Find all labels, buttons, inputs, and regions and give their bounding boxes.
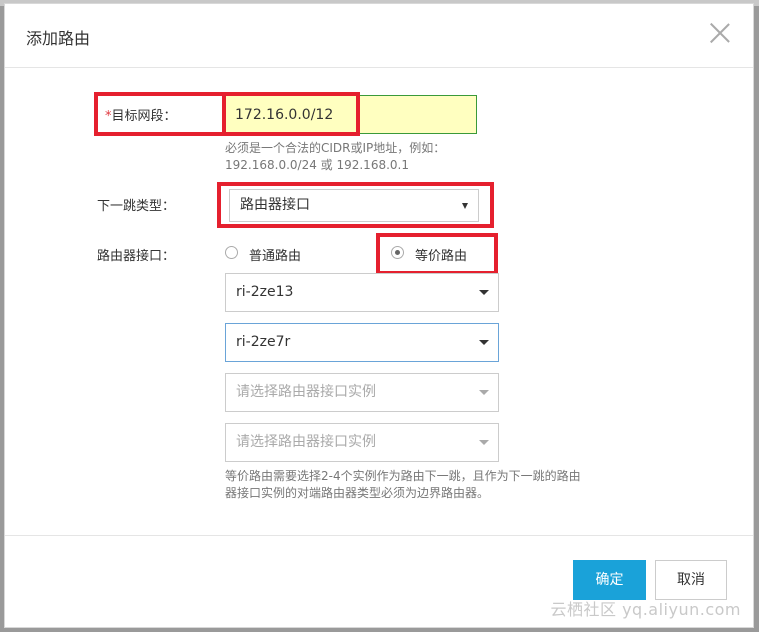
ecmp-note-line2: 器接口实例的对端路由器类型必须为边界路由器。 (225, 486, 490, 500)
select-4-placeholder: 请选择路由器接口实例 (236, 434, 376, 450)
radio-normal-route[interactable] (225, 246, 238, 259)
cancel-button[interactable]: 取消 (655, 560, 727, 600)
chevron-down-icon (479, 390, 489, 395)
dialog-title: 添加路由 (26, 29, 91, 48)
router-interface-label: 路由器接口： (97, 249, 176, 264)
router-interface-select-1[interactable]: ri-2ze13 (225, 273, 499, 312)
confirm-button[interactable]: 确定 (573, 560, 646, 600)
cidr-label: *目标网段： (105, 105, 177, 124)
cidr-hint-line1: 必须是一个合法的CIDR或IP地址，例如： (225, 141, 446, 155)
router-interface-select-2[interactable]: ri-2ze7r (225, 323, 499, 362)
next-hop-label: 下一跳类型： (97, 199, 176, 214)
cidr-hint-line2: 192.168.0.0/24 或 192.168.0.1 (225, 158, 409, 172)
router-interface-select-4[interactable]: 请选择路由器接口实例 (225, 423, 499, 462)
radio-normal-route-label[interactable]: 普通路由 (249, 245, 301, 264)
watermark: 云栖社区 yq.aliyun.com (550, 600, 741, 619)
select-1-value: ri-2ze13 (236, 284, 294, 300)
chevron-down-icon (479, 440, 489, 445)
chevron-down-icon (479, 340, 489, 345)
radio-ecmp-route[interactable] (391, 246, 404, 259)
select-2-value: ri-2ze7r (236, 334, 291, 350)
ecmp-note-line1: 等价路由需要选择2-4个实例作为路由下一跳，且作为下一跳的路由 (225, 469, 581, 483)
cidr-value-highlight (222, 92, 360, 136)
router-interface-select-3[interactable]: 请选择路由器接口实例 (225, 373, 499, 412)
footer-divider (5, 535, 753, 536)
dialog-header: 添加路由 (5, 4, 753, 68)
next-hop-highlight (217, 182, 494, 228)
chevron-down-icon (479, 290, 489, 295)
close-icon[interactable] (709, 22, 731, 44)
radio-ecmp-route-label[interactable]: 等价路由 (415, 245, 467, 264)
add-route-dialog: 添加路由 *目标网段： 必须是一个合法的CIDR或IP地址，例如： 192.16… (4, 3, 754, 628)
cidr-label-text: 目标网段： (111, 109, 177, 124)
select-3-placeholder: 请选择路由器接口实例 (236, 384, 376, 400)
